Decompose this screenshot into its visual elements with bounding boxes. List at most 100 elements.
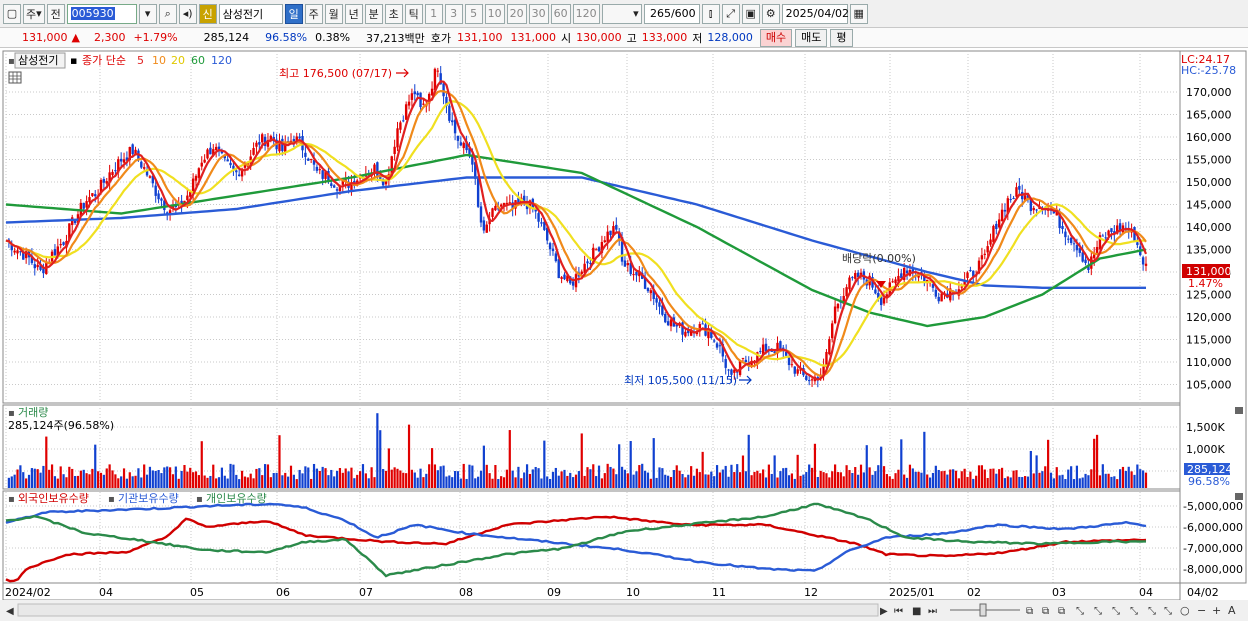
chart-type-icon[interactable]: ⫾ — [701, 3, 720, 24]
draw-icon-4[interactable]: ⤡ — [1130, 606, 1138, 617]
volume-bar — [186, 471, 189, 488]
minute-20[interactable]: 20 — [506, 3, 527, 24]
ma120-legend[interactable]: 120 — [211, 54, 232, 67]
current-price: 131,000 — [22, 31, 68, 44]
stock-chart[interactable]: 170,000 165,000 160,000 155,000 150,000 145,0… — [0, 48, 1248, 621]
candle-body — [140, 161, 143, 168]
period-dropdown[interactable]: 주 ▾ — [23, 3, 45, 24]
scroll-right-icon[interactable]: ▶ — [880, 606, 888, 617]
volume-bar — [125, 478, 129, 488]
tab-month[interactable]: 월 — [324, 3, 343, 24]
minute-120[interactable]: 120 — [572, 3, 600, 24]
minute-30[interactable]: 30 — [528, 3, 549, 24]
institution-legend[interactable]: 기관보유수량 — [118, 492, 179, 505]
candle-body — [848, 277, 851, 290]
font-size-icon[interactable]: A — [1228, 604, 1236, 617]
volume-bar — [710, 471, 713, 488]
zoom-in-icon[interactable]: + — [1212, 604, 1221, 617]
layout-icon-3[interactable]: ⧉ — [1058, 606, 1065, 617]
volume-bar — [796, 454, 799, 488]
candle-body — [422, 103, 425, 105]
tab-day[interactable]: 일 — [284, 3, 303, 24]
volume-bar — [972, 478, 975, 488]
rewind-icon[interactable]: ⏮ — [894, 606, 903, 617]
draw-icon-6[interactable]: ⤡ — [1164, 606, 1172, 617]
candle-body — [335, 189, 339, 191]
volume-bar — [1067, 469, 1070, 488]
minute-custom-dropdown[interactable]: ▾ — [601, 3, 642, 24]
draw-icon-1[interactable]: ⤡ — [1076, 606, 1084, 617]
tab-tick[interactable]: 틱 — [404, 3, 423, 24]
ma20-legend[interactable]: 20 — [171, 54, 185, 67]
sell-button[interactable]: 매도 — [795, 28, 828, 47]
stop-icon[interactable]: ■ — [912, 606, 921, 617]
stock-code-input[interactable]: 005930 — [66, 3, 137, 24]
draw-icon-3[interactable]: ⤡ — [1112, 606, 1120, 617]
zoom-out-icon[interactable]: − — [1197, 604, 1206, 617]
volume-bar — [727, 476, 730, 488]
ma60-legend[interactable]: 60 — [191, 54, 205, 67]
volume-close-icon[interactable] — [1235, 407, 1243, 414]
volume-bar — [505, 469, 509, 488]
tab-year[interactable]: 년 — [344, 3, 363, 24]
layout-icon-2[interactable]: ⧉ — [1042, 606, 1049, 617]
scroll-track[interactable] — [17, 603, 879, 617]
fast-forward-icon[interactable]: ⏭ — [928, 606, 937, 617]
foreign-legend[interactable]: 외국인보유수량 — [18, 492, 89, 505]
ma5-legend[interactable]: 5 — [137, 54, 144, 67]
date-input[interactable]: 2025/04/02 — [781, 3, 849, 24]
minute-5[interactable]: 5 — [464, 3, 483, 24]
up-arrow-icon: ▲ — [71, 31, 80, 44]
volume-bar — [785, 467, 788, 488]
price-y-tick: 150,000 — [1186, 176, 1232, 189]
candle-body — [594, 249, 598, 251]
volume-bar — [462, 463, 465, 488]
draw-icon-5[interactable]: ⤡ — [1148, 606, 1156, 617]
candle-body — [396, 128, 399, 148]
volume-bar — [419, 468, 422, 488]
minute-1[interactable]: 1 — [424, 3, 443, 24]
draw-tool-icon[interactable]: ⤢ — [721, 3, 740, 24]
tab-minute[interactable]: 분 — [364, 3, 383, 24]
zoom-reset-icon[interactable]: ○ — [1180, 604, 1190, 617]
tab-second[interactable]: 초 — [384, 3, 403, 24]
investor-close-icon[interactable] — [1235, 493, 1243, 500]
volume-panel[interactable] — [2, 404, 1181, 490]
ma10-legend[interactable]: 10 — [152, 54, 166, 67]
window-icon[interactable]: ▢ — [3, 3, 21, 24]
volume-bar — [292, 474, 295, 488]
sound-icon[interactable]: ◂) — [178, 3, 197, 24]
tab-week[interactable]: 주 — [304, 3, 323, 24]
ma-dot-icon: ▪ — [70, 54, 77, 67]
zoom-slider-handle[interactable] — [979, 603, 987, 617]
volume-bar — [168, 467, 172, 488]
compare-button[interactable]: 전 — [46, 3, 65, 24]
gear-icon[interactable]: ⚙ — [761, 3, 780, 24]
ma-label[interactable]: 종가 단순 — [82, 54, 126, 67]
volume-bar — [1130, 471, 1133, 488]
minute-10[interactable]: 10 — [484, 3, 505, 24]
data-count-input[interactable]: 265/600 — [643, 3, 700, 24]
grid-toggle-icon[interactable] — [8, 71, 22, 84]
eval-button[interactable]: 평 — [830, 28, 853, 47]
volume-bar — [816, 476, 819, 488]
volume-bar — [42, 465, 45, 488]
volume-bar — [790, 473, 794, 488]
minute-3[interactable]: 3 — [444, 3, 463, 24]
minute-60[interactable]: 60 — [550, 3, 571, 24]
volume-bar — [53, 476, 57, 488]
draw-icon-2[interactable]: ⤡ — [1094, 606, 1102, 617]
candle-body — [332, 185, 336, 188]
scroll-left-icon[interactable]: ◀ — [6, 606, 14, 617]
volume-bar — [908, 464, 912, 488]
x-axis-label: 07 — [359, 586, 373, 599]
search-icon[interactable]: ⌕ — [158, 3, 177, 24]
candle-body — [646, 288, 650, 292]
save-icon[interactable]: ▣ — [741, 3, 760, 24]
individual-legend[interactable]: 개인보유수량 — [206, 492, 267, 505]
buy-button[interactable]: 매수 — [759, 28, 793, 47]
volume-bar — [485, 464, 488, 488]
calendar-icon[interactable]: ▦ — [849, 3, 868, 24]
layout-icon-1[interactable]: ⧉ — [1026, 606, 1033, 617]
code-dropdown-icon[interactable]: ▾ — [138, 3, 157, 24]
